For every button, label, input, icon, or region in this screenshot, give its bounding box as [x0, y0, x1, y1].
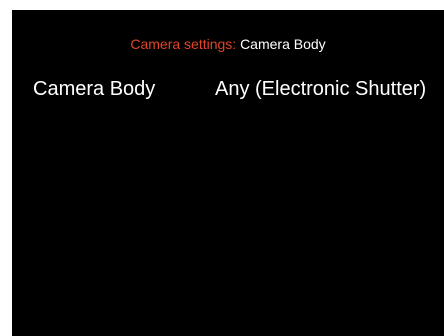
camera-settings-screen: Camera settings: Camera Body Camera Body…	[12, 10, 444, 336]
header-prefix: Camera settings:	[130, 36, 237, 52]
page-title: Camera settings: Camera Body	[12, 35, 444, 53]
header-value: Camera Body	[240, 36, 326, 52]
setting-label: Camera Body	[33, 78, 156, 100]
setting-row-camera-body[interactable]: Camera Body Any (Electronic Shutter)	[12, 76, 444, 102]
setting-value[interactable]: Any (Electronic Shutter)	[215, 76, 426, 102]
